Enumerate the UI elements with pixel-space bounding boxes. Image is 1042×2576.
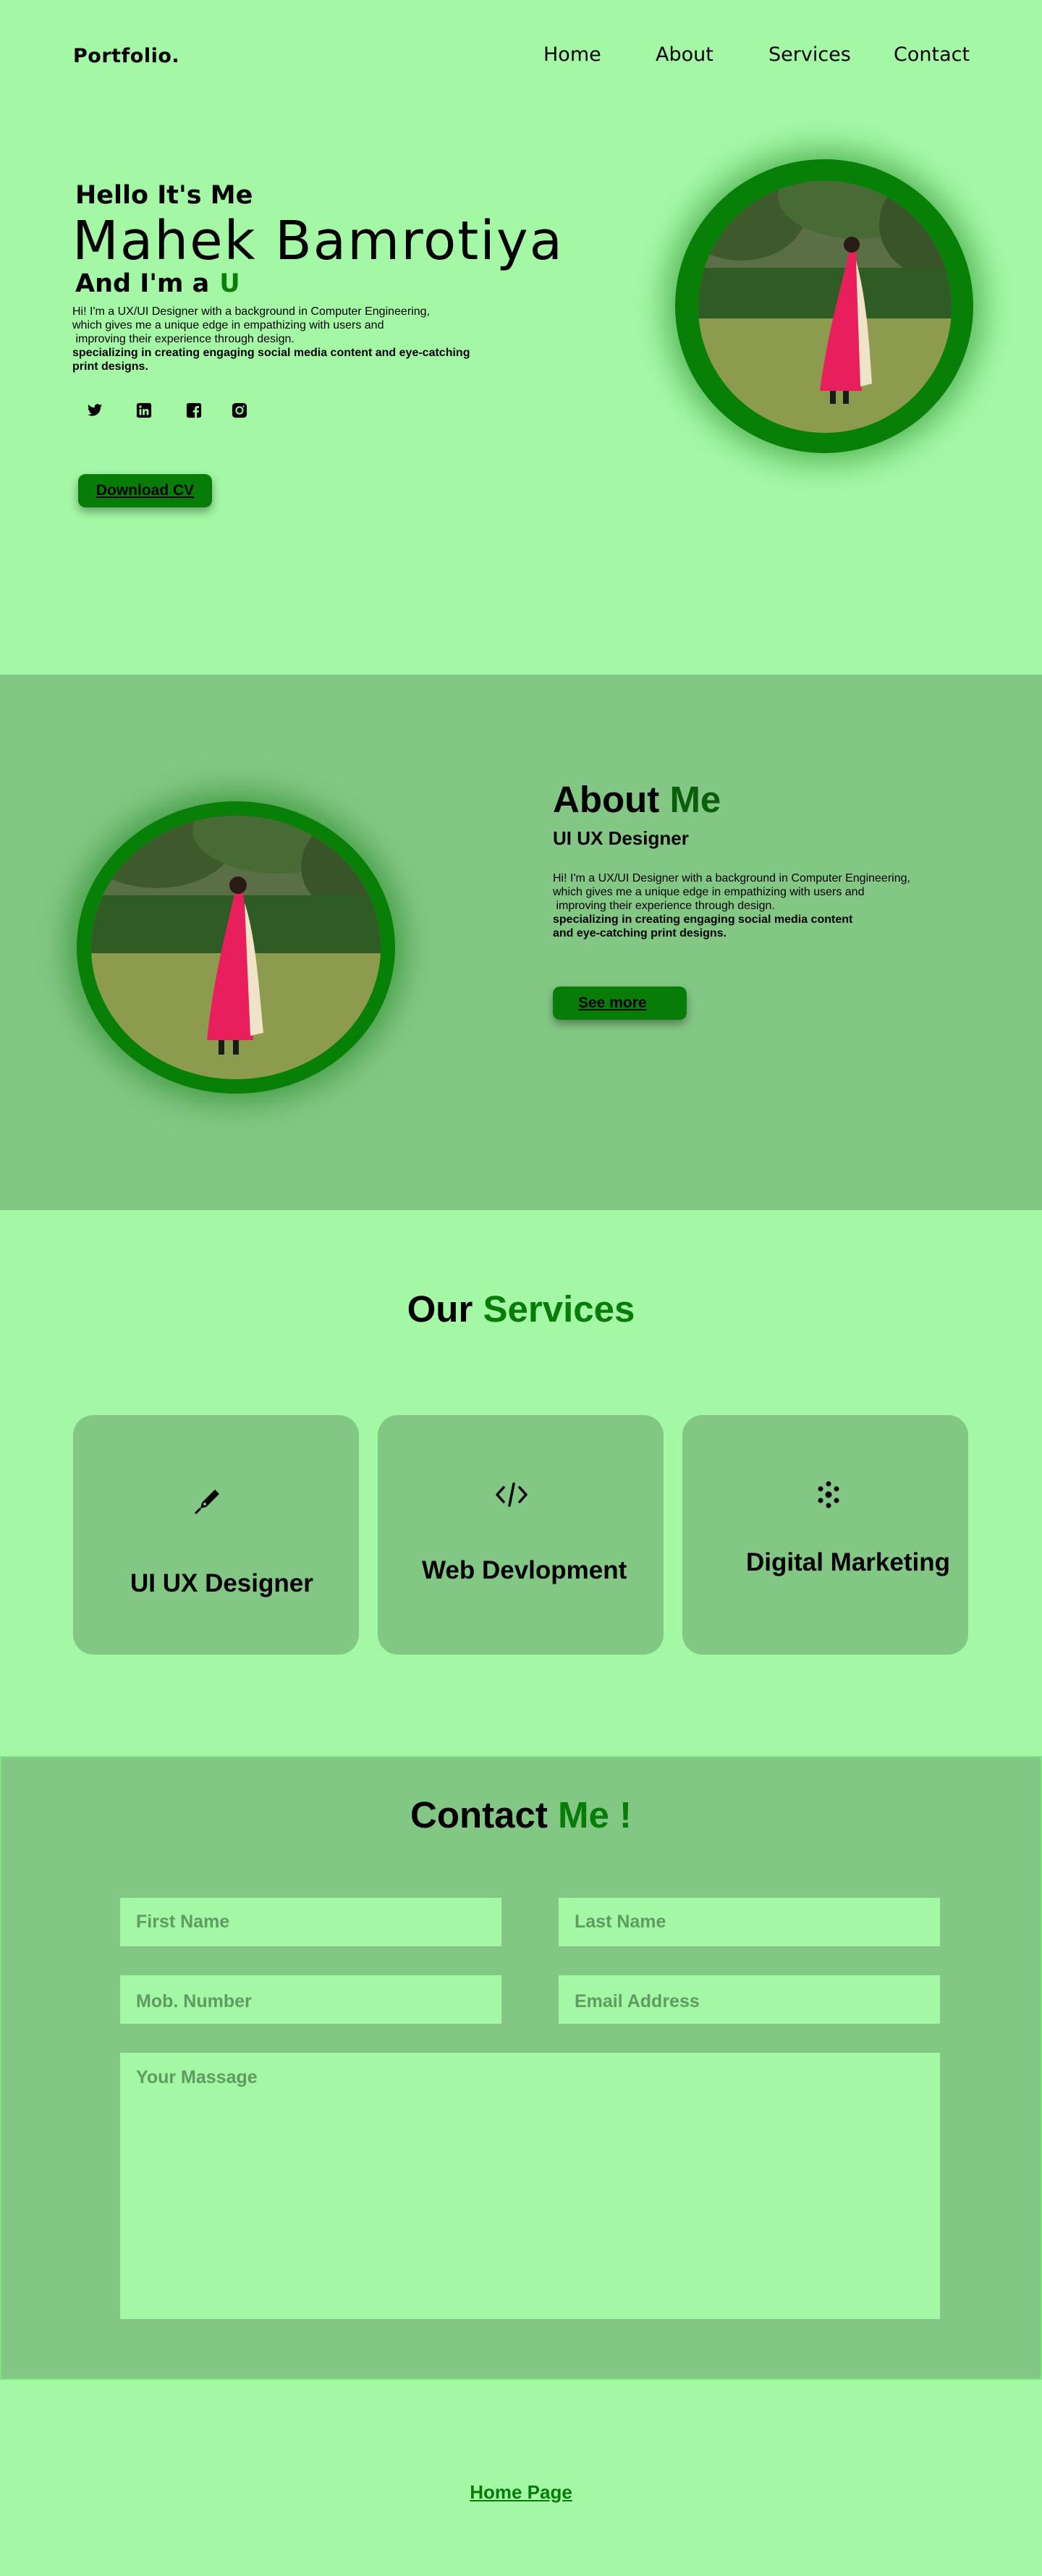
hero-role-typed: U — [219, 269, 240, 298]
footer: Home Page — [0, 2481, 1042, 2504]
linkedin-icon[interactable] — [136, 402, 152, 418]
service-card-marketing[interactable]: Digital Marketing — [682, 1415, 968, 1655]
pen-nib-icon — [193, 1487, 222, 1516]
services-title: Our Services — [0, 1288, 1042, 1330]
about-title: About Me — [553, 778, 721, 821]
about-desc-line: Hi! I'm a UX/UI Designer with a backgrou… — [553, 872, 910, 884]
download-cv-button[interactable]: Download CV — [78, 474, 212, 507]
about-desc-bold: specializing in creating engaging social… — [553, 913, 853, 939]
about-title-accent: Me — [669, 779, 721, 820]
services-title-main: Our — [407, 1288, 473, 1330]
hero-desc-bold: specializing in creating engaging social… — [72, 347, 470, 373]
home-page-link[interactable]: Home Page — [470, 2481, 572, 2503]
service-label: UI UX Designer — [130, 1569, 313, 1597]
about-desc-line: which gives me a unique edge in empathiz… — [553, 886, 865, 898]
about-photo-image — [91, 816, 381, 1079]
about-profile-photo — [77, 801, 395, 1094]
see-more-button[interactable]: See more — [553, 987, 687, 1020]
facebook-icon[interactable] — [186, 402, 202, 418]
hero-greeting: Hello It's Me — [75, 181, 253, 210]
email-field[interactable] — [559, 1975, 940, 2024]
hero-desc-line: which gives me a unique edge in empathiz… — [72, 319, 384, 331]
hero-description: Hi! I'm a UX/UI Designer with a backgrou… — [72, 305, 478, 373]
service-card-uiux[interactable]: UI UX Designer — [73, 1415, 359, 1655]
message-field[interactable] — [120, 2053, 940, 2319]
nav-contact[interactable]: Contact — [894, 43, 970, 66]
service-label: Digital Marketing — [746, 1548, 950, 1576]
hero-photo-image — [698, 181, 952, 433]
service-card-webdev[interactable]: Web Devlopment — [378, 1415, 664, 1655]
instagram-icon[interactable] — [232, 402, 247, 418]
twitter-icon[interactable] — [87, 402, 103, 418]
last-name-field[interactable] — [559, 1898, 940, 1946]
about-description: Hi! I'm a UX/UI Designer with a backgrou… — [553, 871, 958, 940]
about-title-main: About — [553, 779, 660, 820]
hero-desc-line: Hi! I'm a UX/UI Designer with a backgrou… — [72, 305, 430, 318]
about-subtitle: UI UX Designer — [553, 827, 689, 849]
main-nav: Home About Services Contact — [0, 43, 1042, 68]
code-icon — [495, 1480, 528, 1509]
hero-role-prefix: And I'm a — [75, 269, 210, 298]
hero-desc-line: improving their experience through desig… — [72, 333, 295, 345]
about-desc-line: improving their experience through desig… — [553, 900, 775, 912]
nav-about[interactable]: About — [656, 43, 713, 66]
nav-services[interactable]: Services — [768, 43, 851, 66]
service-label: Web Devlopment — [422, 1556, 627, 1584]
nav-home[interactable]: Home — [543, 43, 601, 66]
mobile-field[interactable] — [120, 1975, 501, 2024]
contact-title: Contact Me ! — [0, 1794, 1042, 1836]
network-icon — [814, 1480, 843, 1509]
contact-title-accent: Me ! — [558, 1794, 632, 1836]
hero-role: And I'm a U — [75, 269, 240, 298]
first-name-field[interactable] — [120, 1898, 501, 1946]
hero-profile-photo — [675, 159, 973, 453]
contact-title-main: Contact — [410, 1794, 548, 1836]
hero-name: Mahek Bamrotiya — [72, 210, 564, 272]
services-title-accent: Services — [483, 1288, 635, 1330]
